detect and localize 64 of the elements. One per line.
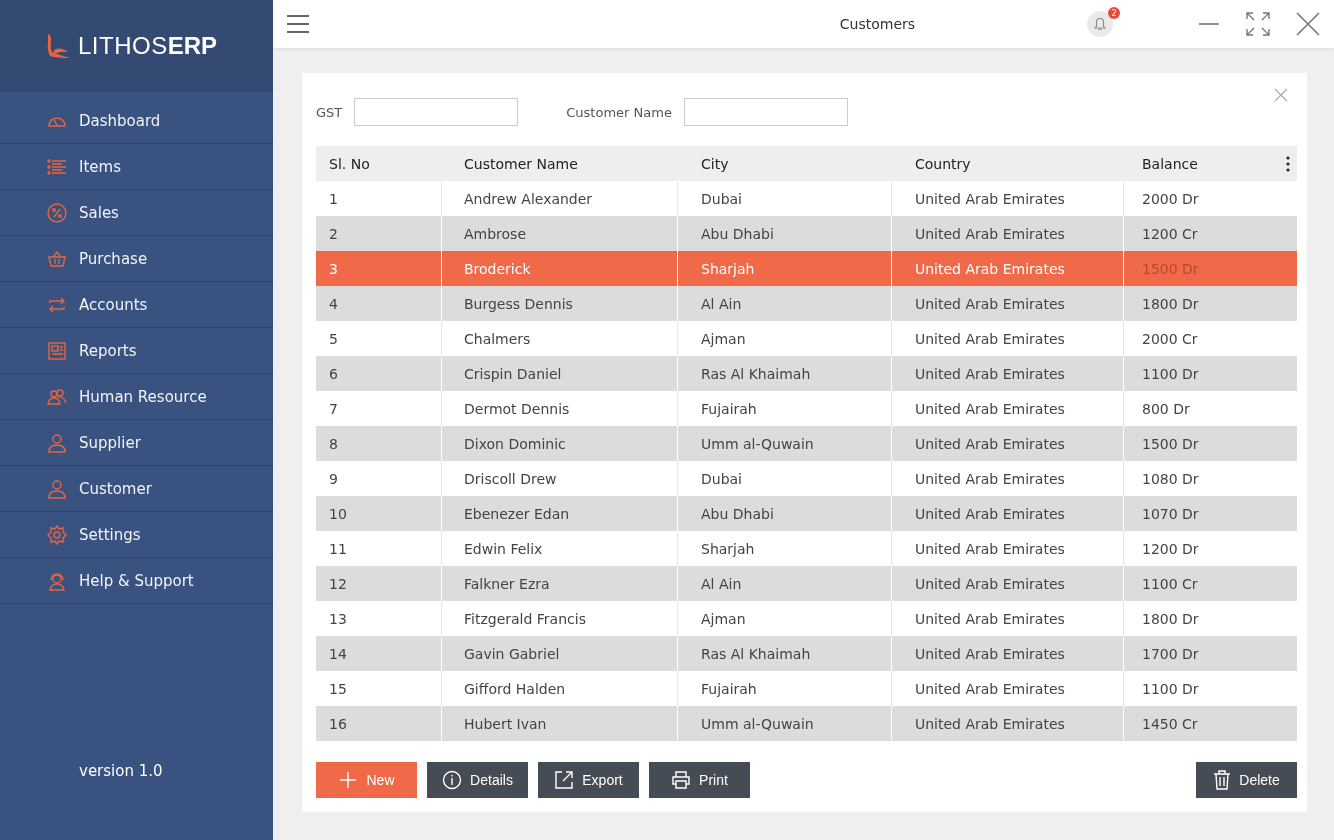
close-icon[interactable] (1274, 88, 1288, 102)
table-cell-text: 1500 Dr (1141, 259, 1200, 279)
table-row[interactable]: 2 Ambrose Abu Dhabi United Arab Emirates 1200 Cr (316, 216, 1297, 251)
table-cell: Hubert Ivan (442, 706, 678, 741)
table-row[interactable]: 10 Ebenezer Edan Abu Dhabi United Arab Emirates 1070 Dr (316, 496, 1297, 531)
column-header: City (700, 154, 730, 174)
table-row[interactable]: 6 Crispin Daniel Ras Al Khaimah United Arab Emirates 1100 Dr (316, 356, 1297, 391)
table-row[interactable]: 12 Falkner Ezra Al Ain United Arab Emirates 1100 Cr (316, 566, 1297, 601)
sidebar-item[interactable]: Reports (0, 328, 273, 374)
filter-label: GST (316, 104, 343, 120)
table-cell-text: 1700 Dr (1141, 644, 1200, 664)
export-button[interactable]: Export (538, 762, 639, 798)
menu-icon[interactable] (287, 14, 309, 34)
column-header: Country (914, 154, 972, 174)
plus-icon (338, 770, 359, 790)
input-field[interactable] (354, 98, 519, 126)
input-field[interactable] (683, 98, 848, 126)
printer-icon (671, 770, 692, 790)
settings-icon (46, 523, 68, 546)
table-cell-text: 1800 Dr (1141, 609, 1200, 629)
column-header: Sl. No (328, 154, 371, 174)
table-row[interactable]: 8 Dixon Dominic Umm al-Quwain United Arab Emirates 1500 Dr (316, 426, 1297, 461)
close-icon[interactable] (1296, 12, 1320, 36)
bell-icon[interactable] (1086, 10, 1114, 38)
table-cell-text: 1450 Cr (1141, 714, 1199, 734)
details-button[interactable]: Details (427, 762, 528, 798)
newspaper-icon (46, 339, 68, 362)
table-cell-text: 1080 Dr (1141, 469, 1200, 489)
trash-icon (1213, 770, 1232, 790)
table-cell-text: 2000 Dr (1141, 189, 1200, 209)
table-cell-text: 2000 Cr (1141, 329, 1199, 349)
info-icon (442, 770, 463, 790)
table-cell-text: 800 Dr (1141, 399, 1191, 419)
logo-text: LITHOS (78, 32, 168, 60)
notification-badge: 2 (1108, 7, 1120, 19)
table-cell: 16 (316, 706, 442, 741)
maximize-icon[interactable] (1246, 12, 1270, 36)
print-button[interactable]: Print (649, 762, 750, 798)
column-header: Balance (1141, 154, 1199, 174)
more-icon[interactable] (1286, 156, 1290, 172)
table-row[interactable]: 14 Gavin Gabriel Ras Al Khaimah United Arab Emirates 1700 Dr (316, 636, 1297, 671)
table-cell-text: 1070 Dr (1141, 504, 1200, 524)
filter-label: Customer Name (566, 104, 672, 120)
table-row[interactable]: 4 Burgess Dennis Al Ain United Arab Emirates 1800 Dr (316, 286, 1297, 321)
window-title: Customers (838, 16, 917, 32)
table-cell-text: 1500 Dr (1141, 434, 1200, 454)
table-cell-text: 1800 Dr (1141, 294, 1200, 314)
table-cell-text: 1100 Cr (1141, 574, 1199, 594)
table-cell-text: 1200 Cr (1141, 224, 1199, 244)
table-row[interactable]: 16 Hubert Ivan Umm al-Quwain United Arab Emirates 1450 Cr (316, 706, 1297, 741)
table-cell: Umm al-Quwain (678, 706, 892, 741)
column-header: Customer Name (463, 154, 579, 174)
table-cell-text: 1100 Dr (1141, 679, 1200, 699)
table-cell: United Arab Emirates (892, 706, 1124, 741)
table-cell-text: 1200 Dr (1141, 539, 1200, 559)
version-label: version 1.0 (78, 762, 164, 780)
table-cell-text: 1100 Dr (1141, 364, 1200, 384)
sidebar-item[interactable]: Items (0, 144, 273, 190)
logo-text: ERP (167, 32, 218, 60)
percent-icon (46, 201, 68, 224)
export-icon (554, 770, 575, 790)
person-icon (46, 477, 68, 500)
delete-button[interactable]: Delete (1196, 762, 1297, 798)
person-icon (46, 431, 68, 454)
